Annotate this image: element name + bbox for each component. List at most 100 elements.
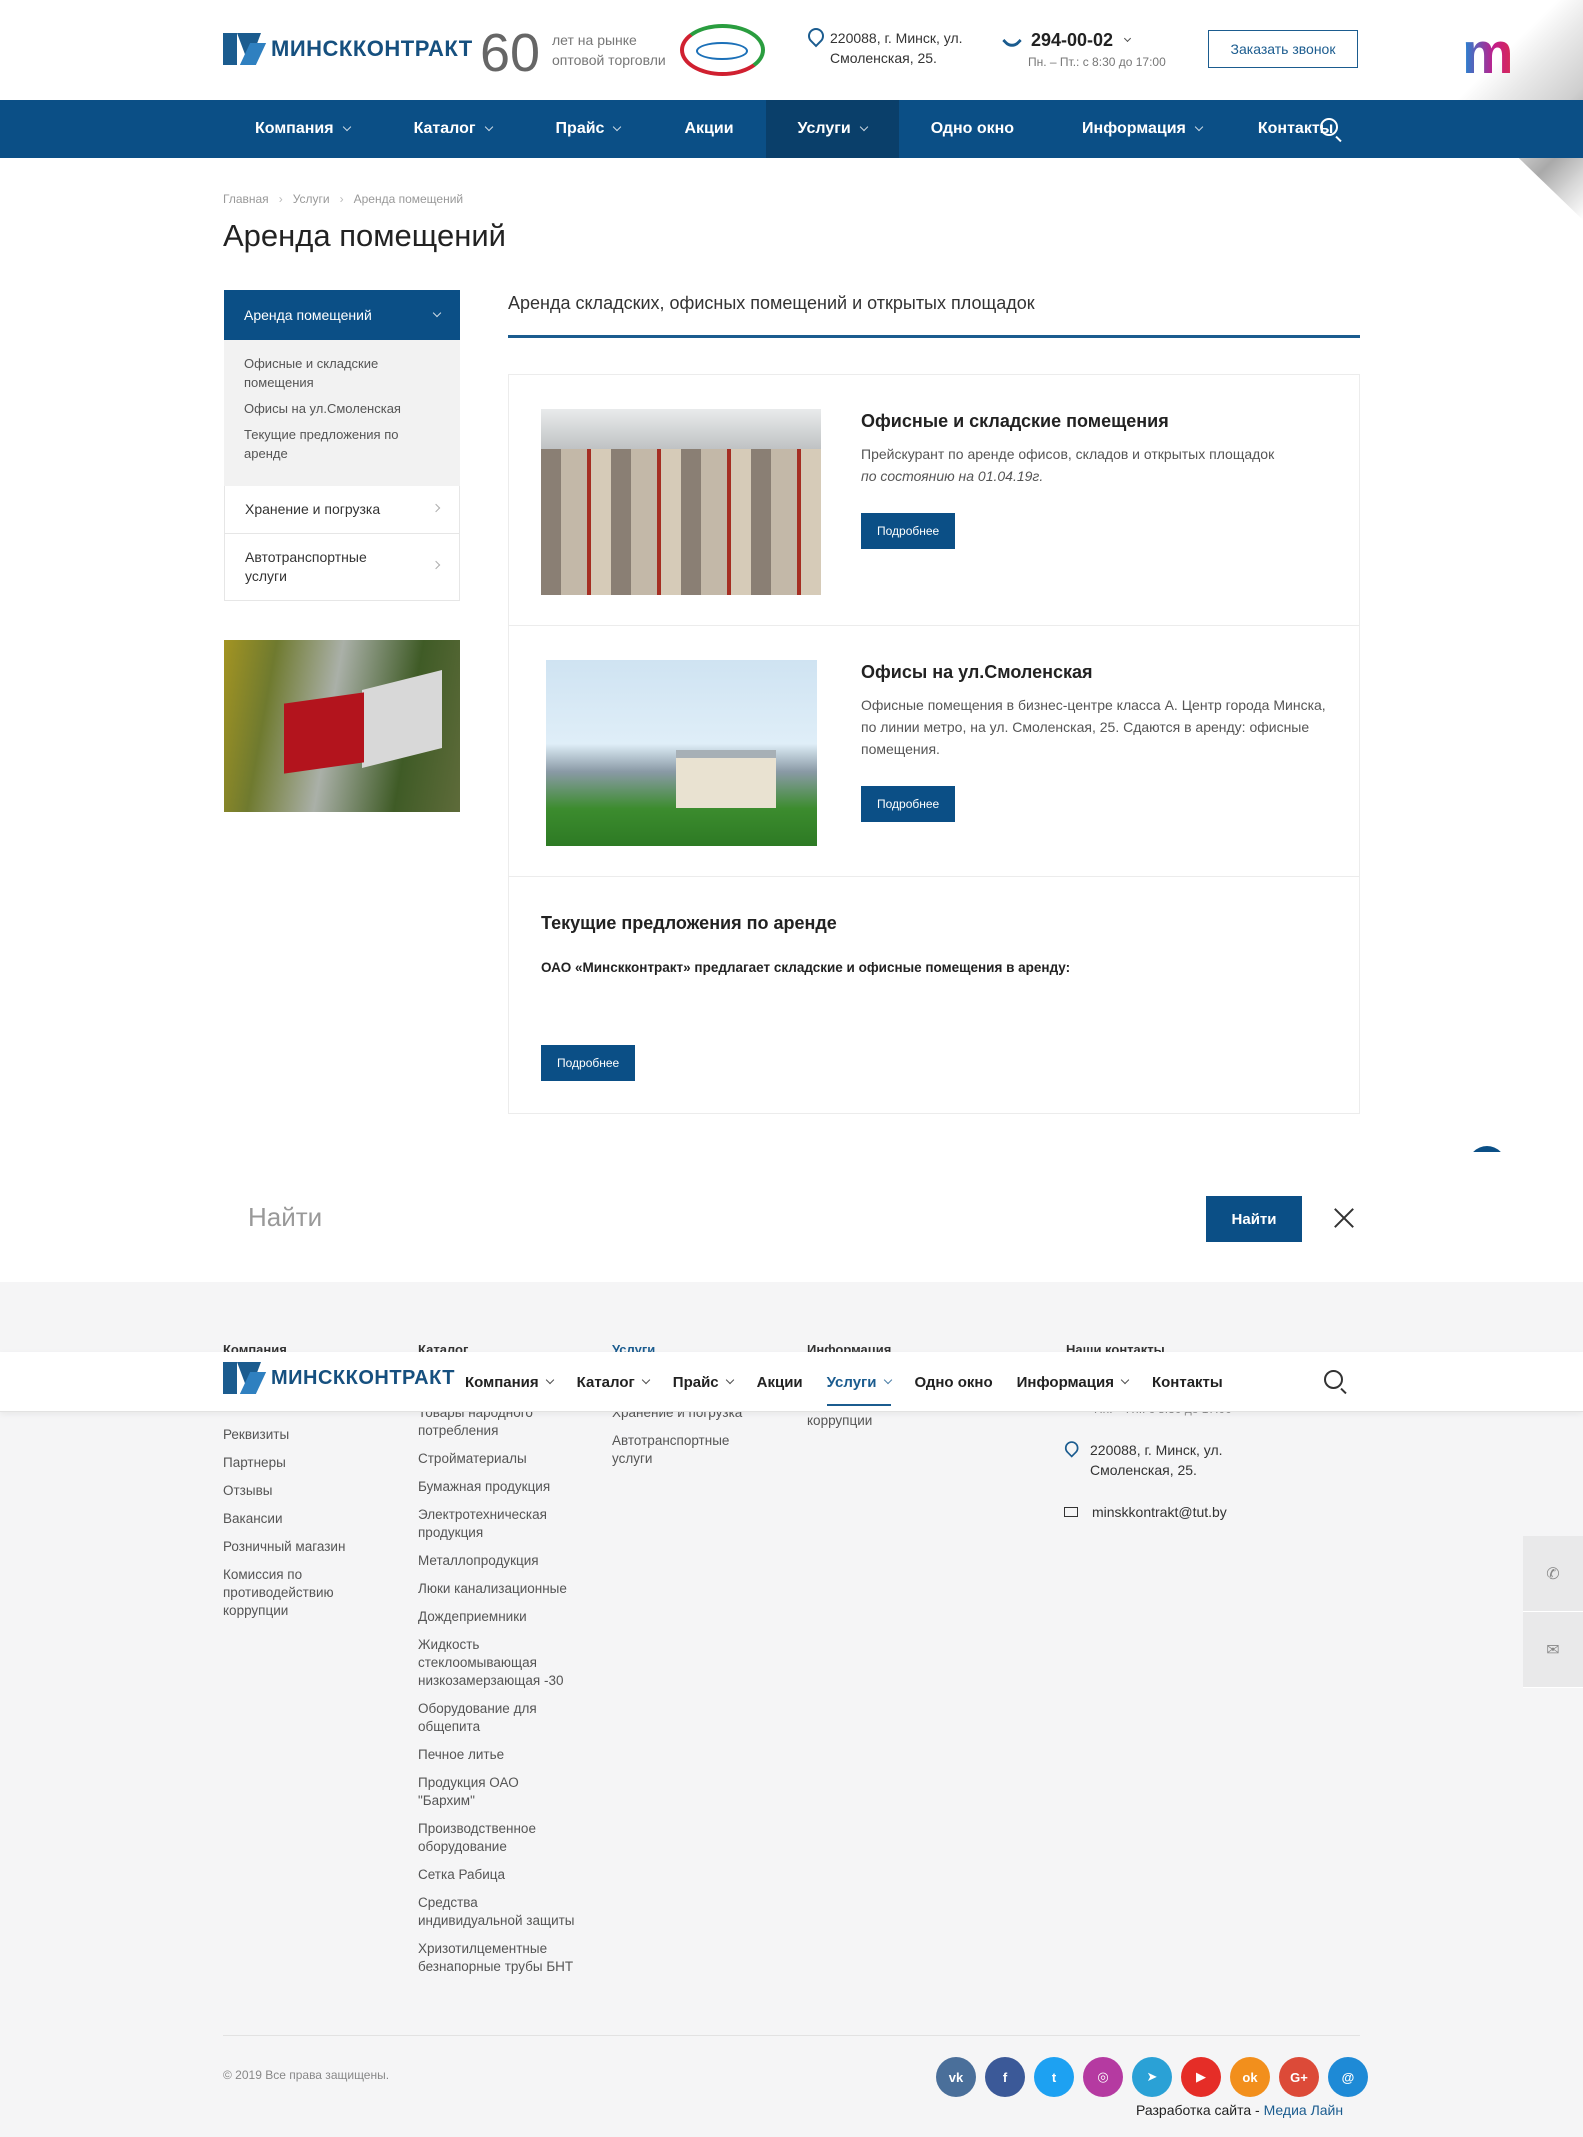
sidebar-item-transport[interactable]: Автотранспортные услуги — [224, 534, 460, 601]
card-current-offers: Текущие предложения по аренде ОАО «Минск… — [508, 876, 1360, 1114]
footer-link[interactable]: Вакансии — [223, 1510, 373, 1528]
sticky-nav-catalog[interactable]: Каталог — [565, 1352, 661, 1412]
footer-link[interactable]: Партнеры — [223, 1454, 373, 1472]
address-line-1: 220088, г. Минск, ул. — [830, 30, 963, 46]
search-icon[interactable] — [1320, 118, 1338, 136]
sticky-nav-company[interactable]: Компания — [453, 1352, 565, 1412]
sticky-logo[interactable]: МИНСККОНТРАКТ — [223, 1362, 455, 1394]
footer-link[interactable]: Сетка Рабица — [418, 1866, 578, 1884]
footer-link[interactable]: Металлопродукция — [418, 1552, 578, 1570]
footer-link[interactable]: Средства индивидуальной защиты — [418, 1894, 578, 1930]
search-input[interactable]: Найти — [248, 1202, 322, 1233]
footer-link[interactable]: Реквизиты — [223, 1426, 373, 1444]
footer-info-links: коррупции — [807, 1412, 957, 1440]
footer-link[interactable]: Стройматериалы — [418, 1450, 578, 1468]
developer-credit: Разработка сайта - Медиа Лайн — [1136, 2102, 1343, 2118]
facebook-icon[interactable]: f — [985, 2057, 1025, 2097]
email-link[interactable]: minskkontrakt@tut.by — [1092, 1502, 1227, 1522]
phone-icon — [1002, 30, 1022, 51]
warehouse-image[interactable] — [541, 409, 821, 595]
office-building-image[interactable] — [546, 660, 817, 846]
footer-catalog-links: Товары народного потребления Стройматери… — [418, 1404, 578, 1986]
sticky-nav-contacts[interactable]: Контакты — [1140, 1352, 1235, 1412]
nav-item-services[interactable]: Услуги — [765, 100, 899, 158]
sidebar-item-rent[interactable]: Аренда помещений — [224, 290, 460, 340]
sticky-nav-services[interactable]: Услуги — [815, 1352, 903, 1412]
twitter-icon[interactable]: t — [1034, 2057, 1074, 2097]
nav-label: Услуги — [797, 120, 851, 137]
developer-link[interactable]: Медиа Лайн — [1264, 2102, 1344, 2118]
more-button[interactable]: Подробнее — [861, 513, 956, 549]
chevron-right-icon — [431, 560, 441, 570]
header-phone[interactable]: 294-00-02 — [1002, 30, 1132, 51]
sticky-nav-one-window[interactable]: Одно окно — [903, 1352, 1005, 1412]
nav-item-company[interactable]: Компания — [223, 100, 382, 158]
footer-email[interactable]: minskkontrakt@tut.by — [1064, 1502, 1227, 1522]
footer-link[interactable]: Продукция ОАО "Бархим" — [418, 1774, 578, 1810]
logo-text: МИНСККОНТРАКТ — [271, 1366, 455, 1389]
sticky-nav-price[interactable]: Прайс — [661, 1352, 745, 1412]
nav-label: Прайс — [672, 1373, 719, 1391]
logo[interactable]: МИНСККОНТРАКТ — [223, 33, 473, 65]
footer-link[interactable]: Отзывы — [223, 1482, 373, 1500]
mail-icon[interactable]: ✉ — [1523, 1612, 1583, 1688]
media-line-logo-icon[interactable]: m — [1462, 25, 1558, 83]
footer-link[interactable]: Производственное оборудование — [418, 1820, 578, 1856]
odnoklassniki-icon[interactable]: ok — [1230, 2057, 1270, 2097]
search-submit-button[interactable]: Найти — [1206, 1196, 1302, 1242]
footer-link[interactable]: Хризотилцементные безнапорные трубы БНТ — [418, 1940, 578, 1976]
footer-link[interactable]: Розничный магазин — [223, 1538, 373, 1556]
footer-link[interactable]: Бумажная продукция — [418, 1478, 578, 1496]
email-icon[interactable]: @ — [1328, 2057, 1368, 2097]
sidebar-item-label: Автотранспортные услуги — [245, 549, 367, 584]
nav-label: Акции — [684, 120, 734, 137]
footer-link[interactable]: Электротехническая продукция — [418, 1506, 578, 1542]
footer-link[interactable]: Автотранспортные услуги — [612, 1432, 762, 1468]
callback-button[interactable]: Заказать звонок — [1208, 30, 1358, 68]
footer-link[interactable]: коррупции — [807, 1412, 957, 1430]
sidebar-subitem-smolenskaya[interactable]: Офисы на ул.Смоленская — [244, 399, 440, 418]
footer-link[interactable]: Оборудование для общепита — [418, 1700, 578, 1736]
phone-number[interactable]: 294-00-02 — [1031, 30, 1113, 51]
footer-link[interactable]: Жидкость стеклоомывающая низкозамерзающа… — [418, 1636, 578, 1690]
sidebar-item-storage[interactable]: Хранение и погрузка — [224, 486, 460, 534]
close-icon[interactable] — [1334, 1208, 1354, 1228]
nav-item-promos[interactable]: Акции — [652, 100, 765, 158]
search-icon[interactable] — [1324, 1370, 1343, 1389]
nav-item-info[interactable]: Информация — [1046, 100, 1230, 158]
telegram-icon[interactable]: ➤ — [1132, 2057, 1172, 2097]
location-pin-icon — [1065, 1441, 1075, 1455]
truck-banner-image[interactable] — [224, 640, 460, 812]
sticky-nav-promos[interactable]: Акции — [745, 1352, 815, 1412]
developer-prefix: Разработка сайта - — [1136, 2102, 1264, 2118]
instagram-icon[interactable]: ◎ — [1083, 2057, 1123, 2097]
card-title[interactable]: Офисные и складские помещения — [861, 411, 1169, 432]
google-plus-icon[interactable]: G+ — [1279, 2057, 1319, 2097]
more-button[interactable]: Подробнее — [541, 1045, 636, 1081]
sidebar-item-label: Хранение и погрузка — [245, 501, 381, 517]
footer-link[interactable]: Комиссия по противодействию коррупции — [223, 1566, 373, 1620]
more-button[interactable]: Подробнее — [861, 786, 956, 822]
sidebar-subitem-offices-warehouses[interactable]: Офисные и складские помещения — [244, 354, 440, 392]
footer-link[interactable]: Печное литье — [418, 1746, 578, 1764]
floating-contact-tabs: ✆ ✉ — [1523, 1536, 1583, 1688]
card-text-line: Прейскурант по аренде офисов, складов и … — [861, 446, 1275, 462]
nav-item-contacts[interactable]: Контакты — [1230, 100, 1361, 158]
nav-item-one-window[interactable]: Одно окно — [899, 100, 1046, 158]
sticky-nav-info[interactable]: Информация — [1005, 1352, 1140, 1412]
breadcrumb-services[interactable]: Услуги — [293, 192, 330, 206]
phone-icon[interactable]: ✆ — [1523, 1536, 1583, 1612]
footer-link[interactable]: Дождеприемники — [418, 1608, 578, 1626]
footer-link[interactable]: Люки канализационные — [418, 1580, 578, 1598]
logo-mark-icon — [223, 1362, 267, 1394]
chevron-down-icon[interactable] — [1124, 34, 1132, 43]
vk-icon[interactable]: vk — [936, 2057, 976, 2097]
nav-item-price[interactable]: Прайс — [524, 100, 653, 158]
breadcrumb-home[interactable]: Главная — [223, 192, 269, 206]
chevron-down-icon — [545, 1375, 554, 1385]
nav-label: Каталог — [413, 120, 476, 137]
sidebar-subitem-current-offers[interactable]: Текущие предложения по аренде — [244, 425, 440, 463]
nav-item-catalog[interactable]: Каталог — [382, 100, 524, 158]
card-title[interactable]: Офисы на ул.Смоленская — [861, 662, 1093, 683]
youtube-icon[interactable]: ▶ — [1181, 2057, 1221, 2097]
